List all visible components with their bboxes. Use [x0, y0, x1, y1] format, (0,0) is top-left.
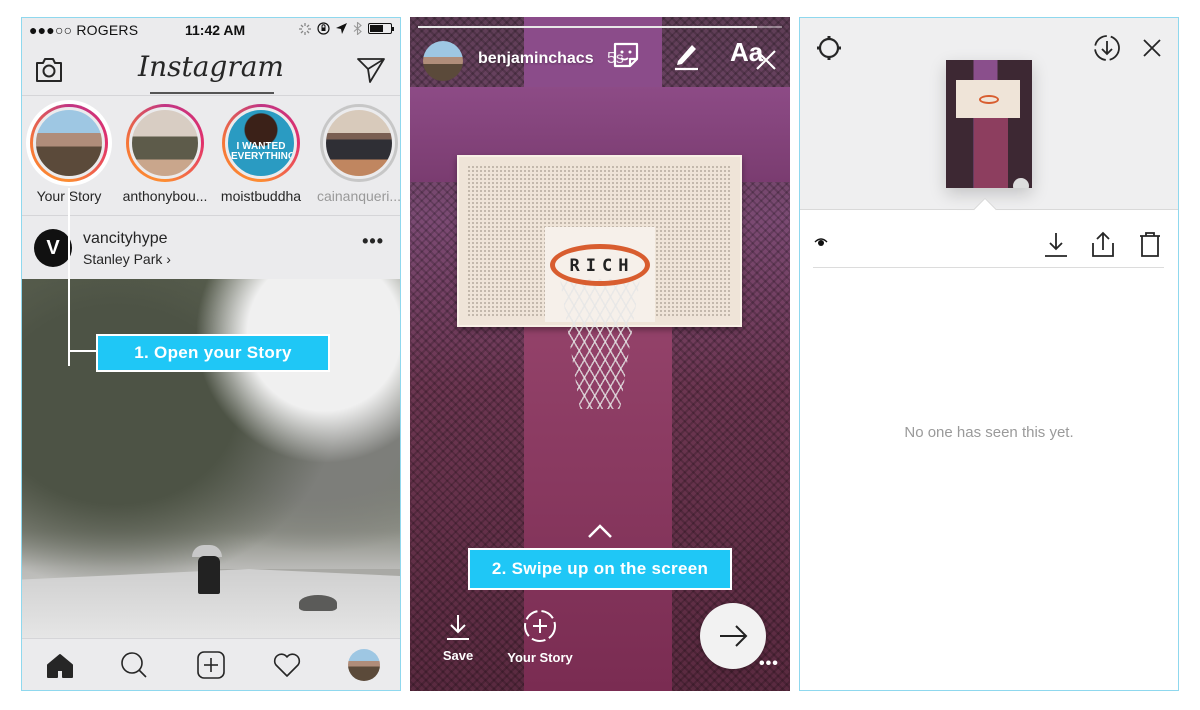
story-thumbnail [129, 107, 201, 179]
post-avatar[interactable]: V [34, 229, 72, 267]
clock: 11:42 AM [185, 22, 246, 38]
save-circle-icon[interactable] [1092, 33, 1122, 63]
story-progress-bar [418, 26, 782, 28]
story-overlay-text: I WANTED EVERYTHING [231, 141, 296, 162]
close-icon[interactable] [1137, 33, 1167, 63]
step-1-callout: 1. Open your Story [96, 334, 330, 372]
activity-heart-icon[interactable] [271, 649, 303, 681]
post-photo[interactable] [22, 279, 400, 639]
download-icon[interactable] [1043, 230, 1069, 258]
share-icon[interactable] [1090, 230, 1116, 258]
status-icons [299, 22, 394, 35]
send-to-button[interactable] [700, 603, 766, 669]
logo-underline [150, 92, 274, 94]
post-location[interactable]: Stanley Park › [83, 251, 171, 267]
eye-icon [814, 238, 828, 246]
story-more-button[interactable]: ••• [759, 655, 779, 673]
status-bar: ●●●○○ ROGERS 11:42 AM [22, 18, 400, 42]
story-thumbnail [33, 107, 105, 179]
post-header: V vancityhype Stanley Park › ••• [22, 223, 400, 278]
callout-connector-line [68, 188, 70, 366]
story-action-row [800, 223, 1178, 268]
carrier-label: ●●●○○ ROGERS [29, 22, 139, 38]
battery-icon [368, 23, 394, 34]
header-divider [22, 95, 400, 96]
sticker-icon[interactable] [610, 39, 644, 73]
story-cainanqueri[interactable]: cainanqueri... [314, 104, 401, 204]
story-thumbnail[interactable] [946, 60, 1032, 188]
loading-icon [299, 22, 311, 35]
story-thumbnail [323, 107, 395, 179]
backboard-text: RICH [569, 256, 635, 276]
story-viewer-screen: RICH benjaminchacs 5s Aa 2. Swipe up on … [410, 17, 790, 691]
story-anthonybou[interactable]: anthonybou... [120, 104, 210, 204]
story-preview-area [800, 18, 1178, 221]
instagram-feed-screen: ●●●○○ ROGERS 11:42 AM Instagram Your Sto… [21, 17, 401, 691]
save-label: Save [442, 648, 474, 663]
pen-icon[interactable] [670, 39, 704, 73]
story-moistbuddha[interactable]: I WANTED EVERYTHING moistbuddha [216, 104, 306, 204]
search-icon[interactable] [118, 649, 150, 681]
story-progress-fill [418, 26, 757, 28]
close-icon[interactable] [753, 47, 779, 73]
settings-gear-icon[interactable] [814, 33, 844, 63]
story-username[interactable]: benjaminchacs [478, 50, 594, 68]
callout-connector-line [68, 350, 98, 352]
stories-tray: Your Story anthonybou... I WANTED EVERYT… [22, 104, 400, 214]
story-avatar[interactable] [423, 41, 463, 81]
trash-icon[interactable] [1137, 230, 1163, 258]
photo-people [198, 556, 220, 594]
story-label: moistbuddha [220, 188, 302, 204]
location-arrow-icon [336, 23, 347, 34]
profile-avatar[interactable] [348, 649, 380, 681]
empty-viewers-message: No one has seen this yet. [904, 424, 1074, 441]
your-story-button[interactable]: Your Story [500, 610, 580, 665]
add-to-story-icon [524, 610, 556, 642]
instagram-logo: Instagram [138, 50, 284, 83]
post-more-button[interactable]: ••• [362, 231, 384, 252]
save-button[interactable]: Save [435, 612, 481, 663]
your-story-label: Your Story [507, 650, 573, 665]
step-2-callout: 2. Swipe up on the screen [468, 548, 732, 590]
chevron-up-icon[interactable] [586, 523, 614, 539]
home-icon[interactable] [44, 649, 76, 681]
story-insights-screen: No one has seen this yet. [799, 17, 1179, 691]
paper-plane-icon[interactable] [356, 56, 386, 84]
new-post-icon[interactable] [195, 649, 227, 681]
tab-bar [22, 638, 400, 690]
arrow-right-icon [720, 625, 748, 647]
app-header: Instagram [22, 46, 400, 94]
download-icon [447, 615, 469, 640]
post-username[interactable]: vancityhype [83, 230, 168, 248]
story-label: anthonybou... [122, 188, 208, 204]
story-thumbnail: I WANTED EVERYTHING [225, 107, 297, 179]
viewers-divider [813, 267, 1164, 268]
photo-rock [299, 595, 337, 611]
story-label: cainanqueri... [316, 188, 401, 204]
rotation-lock-icon [317, 22, 330, 35]
thumbnail-pointer [973, 197, 997, 221]
stories-divider [22, 215, 400, 216]
bluetooth-icon [353, 22, 362, 35]
